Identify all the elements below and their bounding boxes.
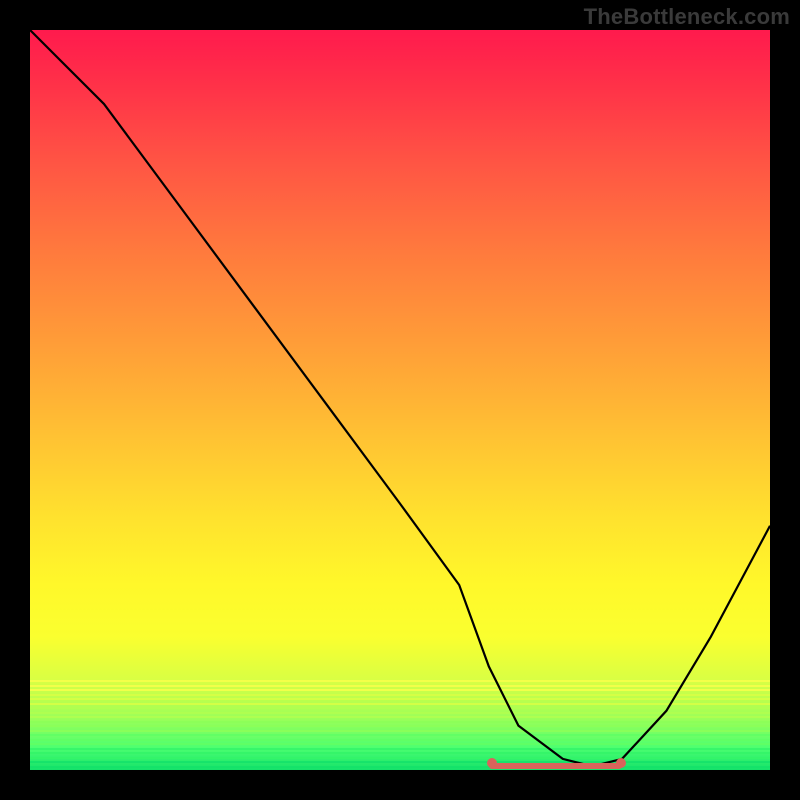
plot-area [30,30,770,770]
chart-frame: TheBottleneck.com [0,0,800,800]
watermark-text: TheBottleneck.com [584,4,790,30]
optimal-range-bar [489,763,622,769]
bottleneck-curve [30,30,770,770]
optimal-range-endpoint [616,758,626,768]
optimal-range-endpoint [487,758,497,768]
